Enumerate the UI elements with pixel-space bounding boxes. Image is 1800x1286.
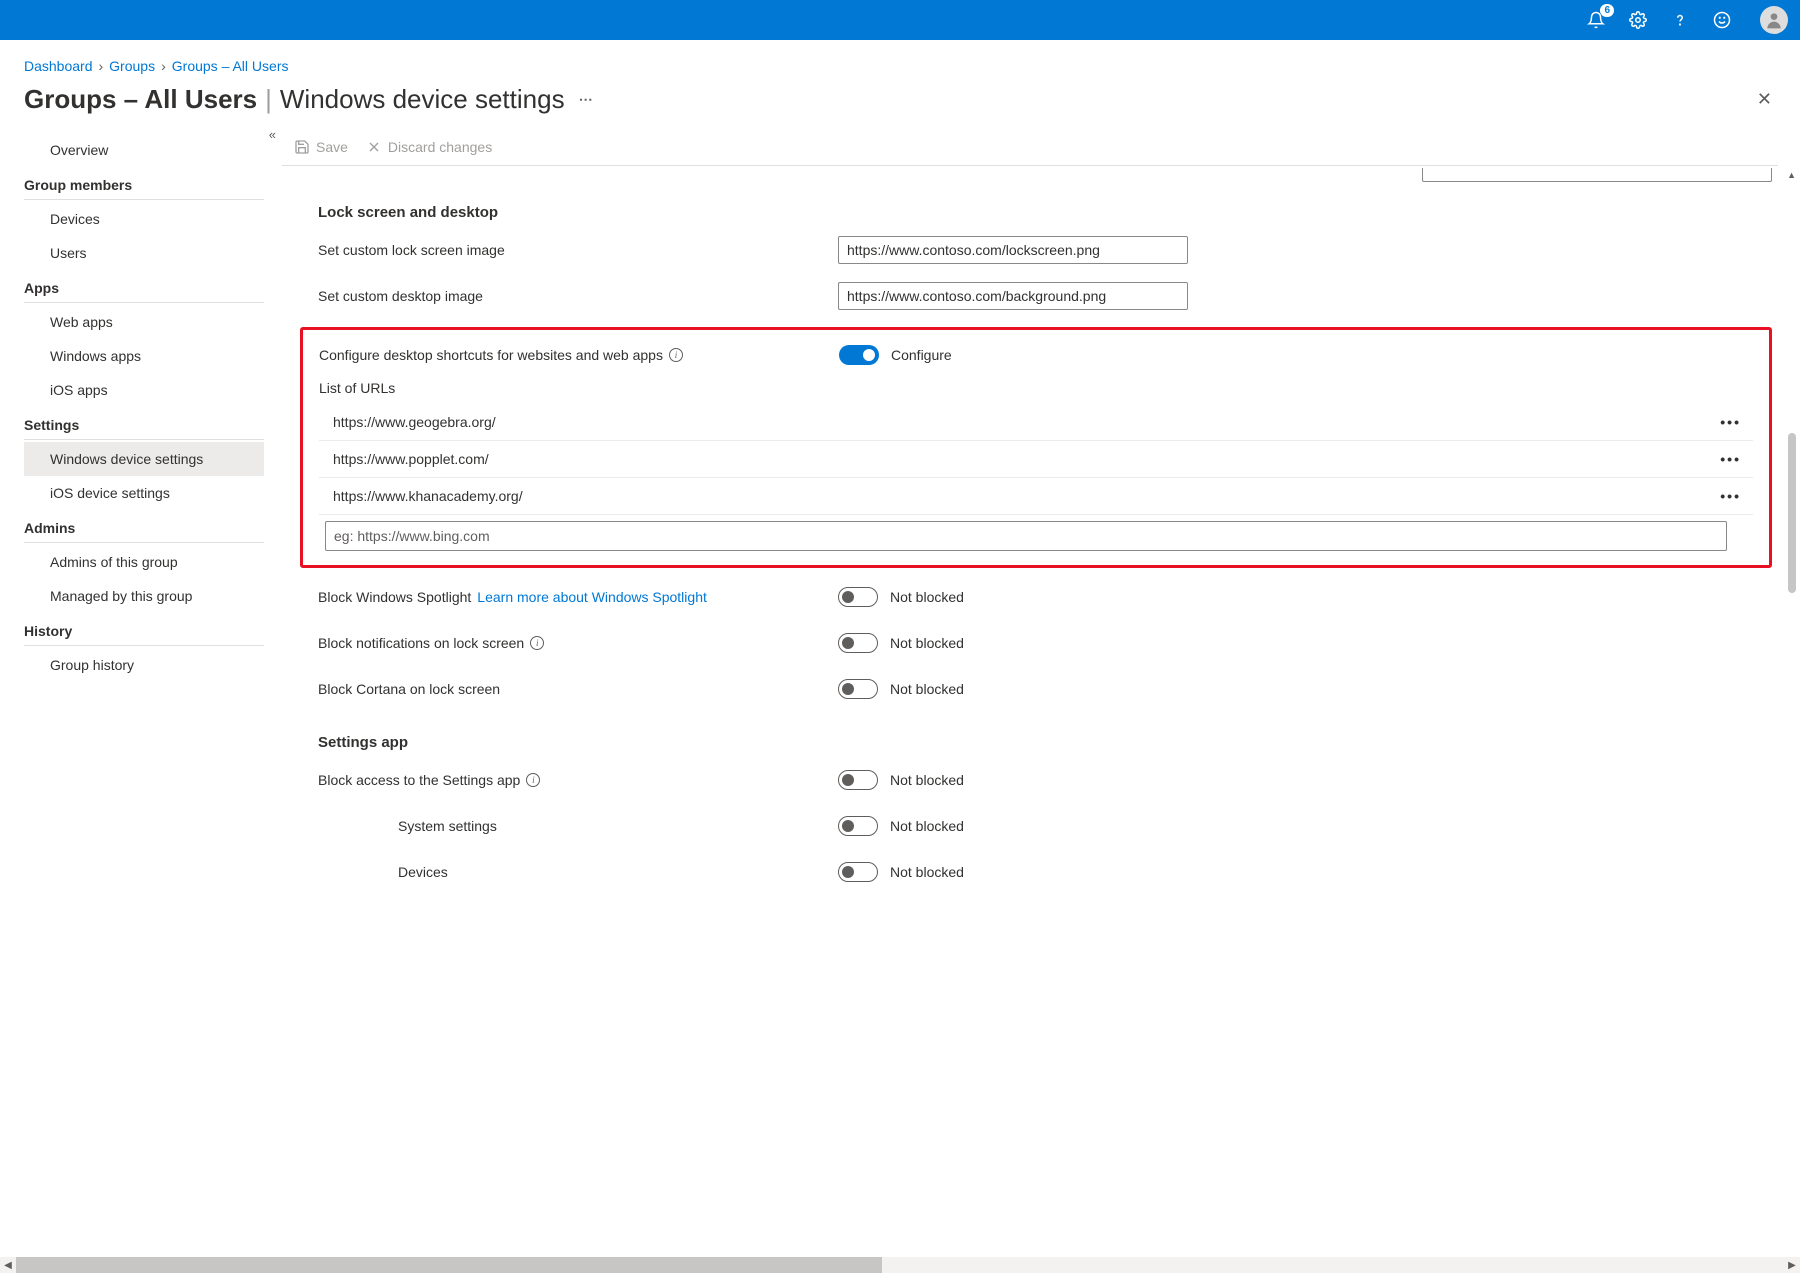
feedback-icon[interactable]	[1710, 8, 1734, 32]
block-notifications-label: Block notifications on lock screen	[318, 635, 524, 651]
sidebar-item-windows-settings[interactable]: Windows device settings	[24, 442, 264, 476]
section-settingsapp-heading: Settings app	[318, 734, 1772, 751]
sidebar-section-history: History	[24, 613, 264, 646]
block-spotlight-label: Block Windows Spotlight	[318, 589, 471, 605]
notifications-icon[interactable]: 6	[1584, 8, 1608, 32]
url-list-item[interactable]: https://www.khanacademy.org/ •••	[319, 478, 1753, 515]
avatar[interactable]	[1760, 6, 1788, 34]
gear-icon[interactable]	[1626, 8, 1650, 32]
chevron-right-icon: ›	[99, 58, 104, 74]
sidebar-item-users[interactable]: Users	[24, 236, 264, 270]
lockscreen-image-label: Set custom lock screen image	[318, 242, 838, 258]
help-icon[interactable]	[1668, 8, 1692, 32]
sidebar-section-settings: Settings	[24, 407, 264, 440]
sidebar-item-iosapps[interactable]: iOS apps	[24, 373, 264, 407]
scrollbar-thumb[interactable]	[16, 1257, 882, 1273]
sidebar-item-windowsapps[interactable]: Windows apps	[24, 339, 264, 373]
sidebar-item-ios-settings[interactable]: iOS device settings	[24, 476, 264, 510]
breadcrumb-groups[interactable]: Groups	[109, 58, 155, 74]
configure-shortcuts-state: Configure	[891, 347, 952, 363]
lockscreen-image-input[interactable]	[838, 236, 1188, 264]
section-lockscreen-heading: Lock screen and desktop	[318, 204, 1772, 221]
configure-shortcuts-label: Configure desktop shortcuts for websites…	[319, 347, 663, 363]
scroll-right-icon[interactable]: ▶	[1784, 1260, 1800, 1271]
save-icon	[294, 139, 310, 155]
url-item-more-icon[interactable]: •••	[1720, 488, 1741, 504]
url-item-more-icon[interactable]: •••	[1720, 451, 1741, 467]
configure-shortcuts-toggle[interactable]	[839, 345, 879, 365]
vertical-scrollbar[interactable]	[1788, 433, 1796, 593]
breadcrumb-group-allusers[interactable]: Groups – All Users	[172, 58, 289, 74]
info-icon[interactable]: i	[530, 636, 544, 650]
discard-button[interactable]: Discard changes	[366, 139, 492, 155]
system-settings-toggle[interactable]	[838, 816, 878, 836]
sidebar-item-webapps[interactable]: Web apps	[24, 305, 264, 339]
sidebar-item-admins-of-group[interactable]: Admins of this group	[24, 545, 264, 579]
url-list-label: List of URLs	[319, 380, 1753, 396]
url-list-item[interactable]: https://www.geogebra.org/ •••	[319, 404, 1753, 441]
devices-settings-toggle[interactable]	[838, 862, 878, 882]
collapse-sidebar-icon[interactable]: «	[269, 127, 276, 142]
sidebar-item-group-history[interactable]: Group history	[24, 648, 264, 682]
discard-icon	[366, 139, 382, 155]
info-icon[interactable]: i	[669, 348, 683, 362]
desktop-image-input[interactable]	[838, 282, 1188, 310]
desktop-image-label: Set custom desktop image	[318, 288, 838, 304]
sidebar-item-overview[interactable]: Overview	[24, 133, 276, 167]
block-notifications-toggle[interactable]	[838, 633, 878, 653]
scroll-left-icon[interactable]: ◀	[0, 1260, 16, 1271]
close-icon[interactable]: ✕	[1757, 89, 1772, 110]
toolbar: Save Discard changes	[282, 133, 1778, 166]
url-list-item[interactable]: https://www.popplet.com/ •••	[319, 441, 1753, 478]
system-settings-label: System settings	[318, 818, 838, 834]
spotlight-learn-more-link[interactable]: Learn more about Windows Spotlight	[477, 589, 707, 605]
sidebar-section-admins: Admins	[24, 510, 264, 543]
sidebar-section-apps: Apps	[24, 270, 264, 303]
sidebar-section-members: Group members	[24, 167, 264, 200]
scroll-up-icon[interactable]: ▲	[1787, 170, 1796, 180]
info-icon[interactable]: i	[526, 773, 540, 787]
sidebar-item-devices[interactable]: Devices	[24, 202, 264, 236]
top-bar: 6	[0, 0, 1800, 40]
block-settings-app-toggle[interactable]	[838, 770, 878, 790]
notifications-badge: 6	[1600, 4, 1614, 17]
save-button[interactable]: Save	[294, 139, 348, 155]
block-cortana-label: Block Cortana on lock screen	[318, 681, 838, 697]
url-item-more-icon[interactable]: •••	[1720, 414, 1741, 430]
block-cortana-toggle[interactable]	[838, 679, 878, 699]
partial-input-above	[1422, 168, 1772, 182]
devices-settings-label: Devices	[318, 864, 838, 880]
chevron-right-icon: ›	[161, 58, 166, 74]
sidebar: « Overview Group members Devices Users A…	[24, 133, 282, 1286]
sidebar-item-managed-by-group[interactable]: Managed by this group	[24, 579, 264, 613]
block-settings-app-label: Block access to the Settings app	[318, 772, 520, 788]
highlighted-region: Configure desktop shortcuts for websites…	[300, 327, 1772, 568]
breadcrumb: Dashboard › Groups › Groups – All Users	[24, 44, 1800, 84]
page-title: Groups – All Users | Windows device sett…	[24, 84, 593, 115]
add-url-input[interactable]	[325, 521, 1727, 551]
breadcrumb-dashboard[interactable]: Dashboard	[24, 58, 93, 74]
horizontal-scrollbar[interactable]: ◀ ▶	[0, 1257, 1800, 1273]
title-more-icon[interactable]: ⋯	[579, 91, 593, 108]
block-spotlight-toggle[interactable]	[838, 587, 878, 607]
